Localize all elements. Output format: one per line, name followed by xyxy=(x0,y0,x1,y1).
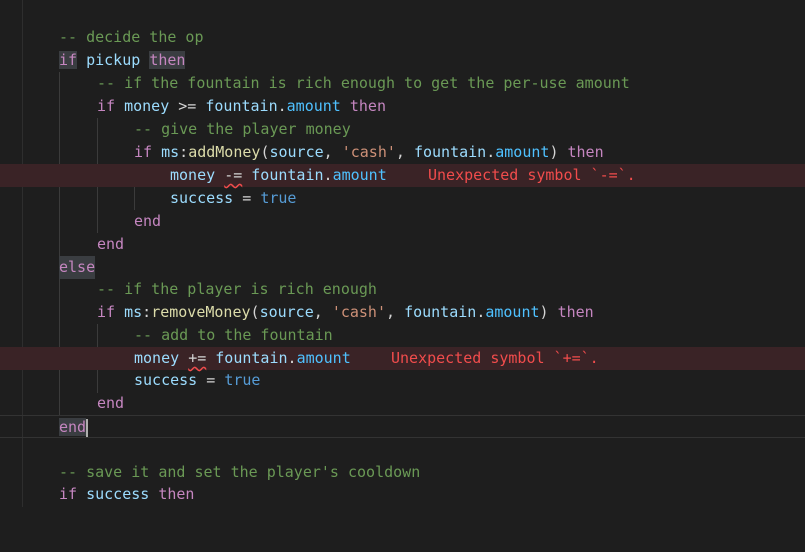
text-cursor xyxy=(86,418,89,437)
comment: -- decide the op xyxy=(59,28,204,46)
keyword-else: else xyxy=(59,256,96,279)
variable: fountain xyxy=(413,143,487,161)
code-line[interactable]: -- add to the fountain xyxy=(0,324,805,347)
inline-error-message: Unexpected symbol `+=`. xyxy=(391,349,599,367)
variable: ms xyxy=(161,143,180,161)
keyword-if: if xyxy=(59,51,78,69)
code-line[interactable]: -- give the player money xyxy=(0,118,805,141)
code-line[interactable]: end xyxy=(0,210,805,233)
code-line[interactable]: -- if the player is rich enough xyxy=(0,278,805,301)
dot: . xyxy=(486,143,496,161)
code-line[interactable]: end xyxy=(0,392,805,415)
property: amount xyxy=(485,303,540,321)
comma: , xyxy=(395,143,414,161)
comment: -- add to the fountain xyxy=(134,326,333,344)
keyword-end: end xyxy=(97,235,125,253)
property: amount xyxy=(296,349,351,367)
keyword-then: then xyxy=(349,97,386,115)
colon: : xyxy=(142,303,152,321)
comma: , xyxy=(323,143,342,161)
keyword-if: if xyxy=(97,97,116,115)
variable: success xyxy=(134,371,198,389)
code-line[interactable]: success = true xyxy=(0,187,805,210)
comment: -- save it and set the player's cooldown xyxy=(59,463,421,481)
keyword-end: end xyxy=(97,394,125,412)
variable: success xyxy=(170,189,234,207)
keyword-if: if xyxy=(97,303,116,321)
variable: fountain xyxy=(251,166,324,184)
variable: source xyxy=(259,303,314,321)
dot: . xyxy=(287,349,297,367)
paren: ) xyxy=(539,303,549,321)
string: 'cash' xyxy=(331,303,386,321)
code-line[interactable]: -- if the fountain is rich enough to get… xyxy=(0,72,805,95)
code-line[interactable]: -- save it and set the player's cooldown xyxy=(0,461,805,484)
code-line[interactable]: if pickup then xyxy=(0,49,805,72)
code-line[interactable]: else xyxy=(0,256,805,279)
code-editor[interactable]: -- decide the op if pickup then -- if th… xyxy=(0,0,805,507)
code-line-error[interactable]: money -= fountain.amount Unexpected symb… xyxy=(0,164,805,187)
operator-error: += xyxy=(188,349,207,367)
keyword-then: then xyxy=(149,51,186,69)
comma: , xyxy=(313,303,332,321)
variable: ms xyxy=(124,303,143,321)
variable: fountain xyxy=(205,97,278,115)
property: amount xyxy=(286,97,341,115)
variable: success xyxy=(86,485,150,503)
code-line[interactable]: if ms:addMoney(source, 'cash', fountain.… xyxy=(0,141,805,164)
function-name: addMoney xyxy=(188,143,261,161)
keyword-then: then xyxy=(557,303,594,321)
comment: -- give the player money xyxy=(134,120,351,138)
property: amount xyxy=(495,143,550,161)
code-line[interactable]: -- decide the op xyxy=(0,26,805,49)
comment: -- if the fountain is rich enough to get… xyxy=(97,74,630,92)
variable: source xyxy=(269,143,324,161)
keyword-then: then xyxy=(567,143,604,161)
keyword-if: if xyxy=(134,143,153,161)
code-line[interactable]: end xyxy=(0,233,805,256)
boolean: true xyxy=(224,371,261,389)
operator-error: -= xyxy=(224,166,243,184)
code-line-current[interactable]: end xyxy=(0,415,805,438)
code-line-error[interactable]: money += fountain.amount Unexpected symb… xyxy=(0,347,805,370)
keyword-if: if xyxy=(59,485,78,503)
code-line[interactable]: success = true xyxy=(0,369,805,392)
variable: fountain xyxy=(404,303,477,321)
inline-error-message: Unexpected symbol `-=`. xyxy=(428,166,636,184)
operator: = xyxy=(242,189,252,207)
variable: money xyxy=(134,349,180,367)
operator: = xyxy=(206,371,216,389)
colon: : xyxy=(179,143,189,161)
comment: -- if the player is rich enough xyxy=(97,280,377,298)
paren: ) xyxy=(549,143,559,161)
code-line[interactable]: if ms:removeMoney(source, 'cash', founta… xyxy=(0,301,805,324)
variable: money xyxy=(170,166,216,184)
comma: , xyxy=(386,303,405,321)
dot: . xyxy=(476,303,486,321)
code-line[interactable]: if money >= fountain.amount then xyxy=(0,95,805,118)
property: amount xyxy=(332,166,387,184)
string: 'cash' xyxy=(341,143,396,161)
function-name: removeMoney xyxy=(151,303,251,321)
variable: money xyxy=(124,97,170,115)
operator: >= xyxy=(178,97,197,115)
variable: pickup xyxy=(86,51,141,69)
keyword-end: end xyxy=(59,418,87,436)
keyword-end: end xyxy=(134,212,162,230)
dot: . xyxy=(277,97,287,115)
dot: . xyxy=(323,166,333,184)
boolean: true xyxy=(260,189,297,207)
paren: ( xyxy=(250,303,260,321)
keyword-then: then xyxy=(158,485,195,503)
variable: fountain xyxy=(215,349,288,367)
code-line[interactable]: if success then xyxy=(0,483,805,506)
